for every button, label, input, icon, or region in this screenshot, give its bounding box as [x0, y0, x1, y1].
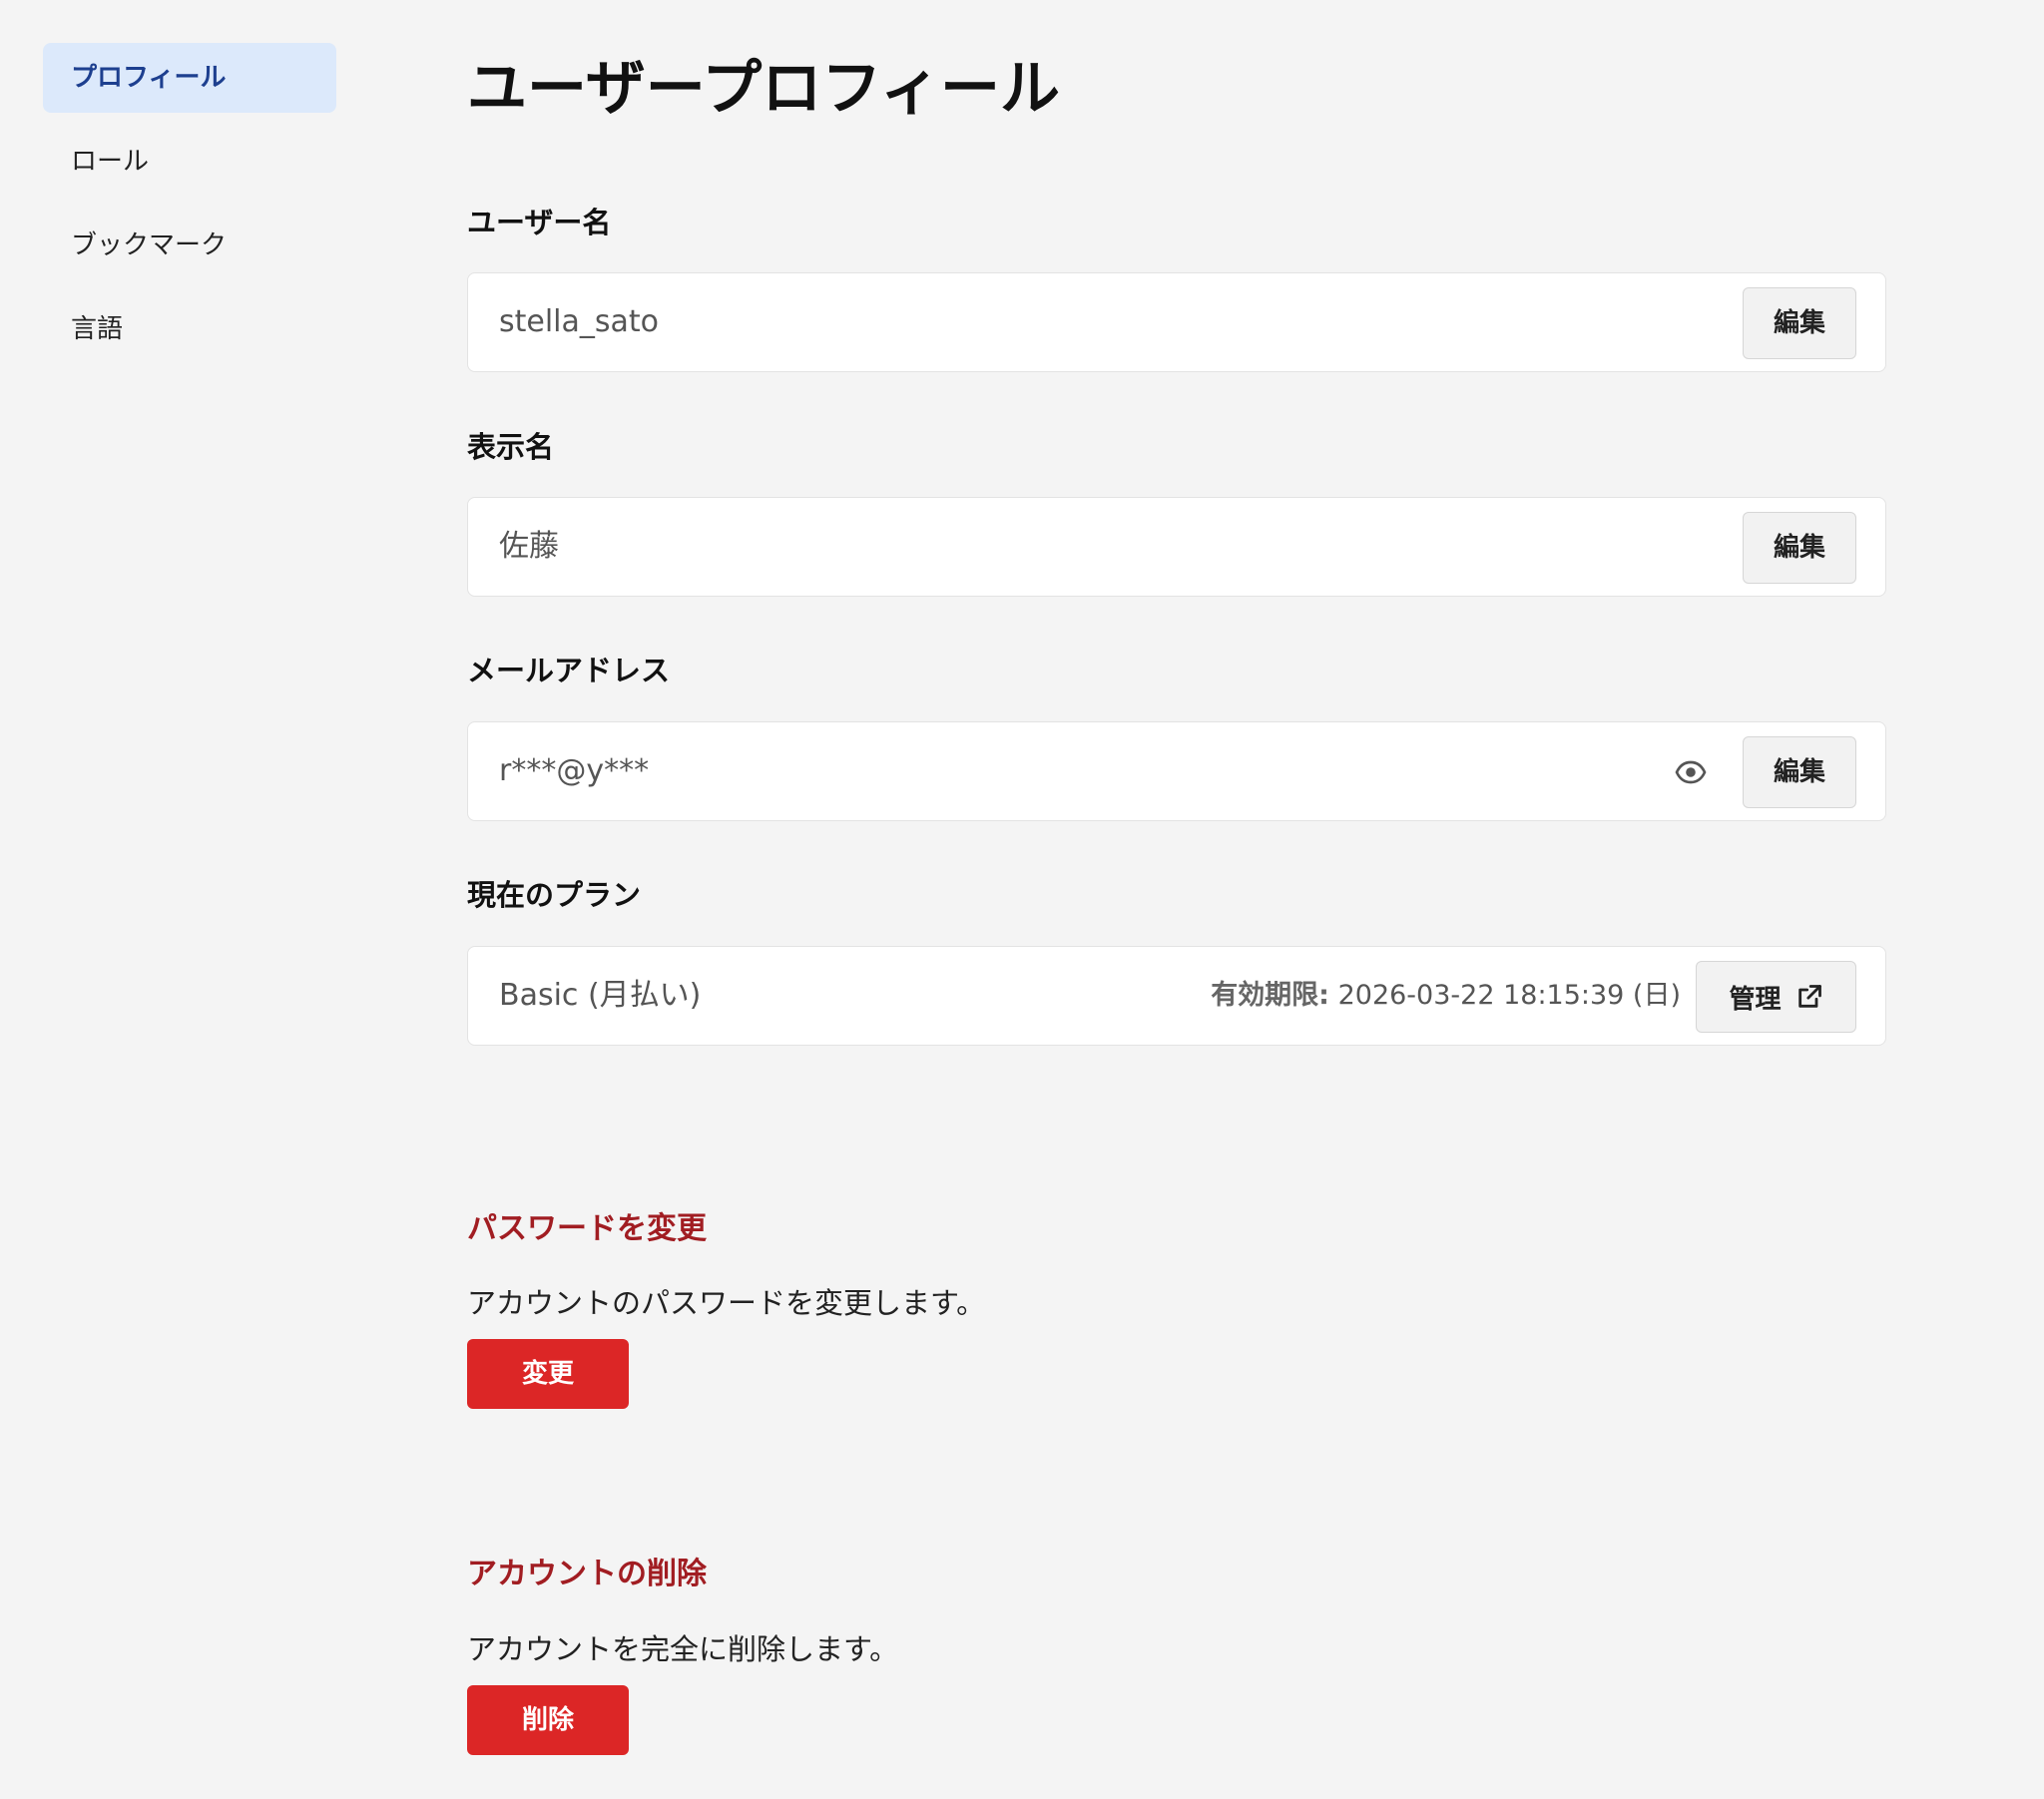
- plan-expiry: 有効期限: 2026-03-22 18:15:39 (日): [1211, 947, 1681, 1045]
- plan-value: Basic (月払い): [499, 978, 702, 1013]
- email-label: メールアドレス: [467, 654, 671, 687]
- sidebar: プロフィール ロール ブックマーク 言語: [43, 43, 336, 378]
- plan-field: Basic (月払い) 有効期限: 2026-03-22 18:15:39 (日…: [467, 946, 1886, 1046]
- sidebar-item-language[interactable]: 言語: [43, 294, 336, 364]
- delete-account-button[interactable]: 削除: [467, 1685, 629, 1755]
- username-value: stella_sato: [499, 304, 660, 339]
- sidebar-item-bookmarks[interactable]: ブックマーク: [43, 211, 336, 280]
- edit-display-name-button[interactable]: 編集: [1743, 512, 1856, 584]
- password-section-title: パスワードを変更: [467, 1211, 707, 1246]
- password-description: アカウントのパスワードを変更します。: [467, 1286, 986, 1320]
- expiry-label: 有効期限:: [1211, 980, 1329, 1011]
- display-name-value: 佐藤: [499, 529, 559, 564]
- change-password-button[interactable]: 変更: [467, 1339, 629, 1409]
- display-name-field: 佐藤 編集: [467, 497, 1886, 597]
- expiry-value: 2026-03-22 18:15:39 (日): [1337, 980, 1681, 1011]
- edit-email-button[interactable]: 編集: [1743, 736, 1856, 808]
- delete-account-description: アカウントを完全に削除します。: [467, 1632, 899, 1666]
- page-title: ユーザープロフィール: [467, 54, 1060, 124]
- sidebar-item-profile[interactable]: プロフィール: [43, 43, 336, 113]
- username-label: ユーザー名: [467, 206, 612, 239]
- manage-label: 管理: [1729, 984, 1782, 1015]
- email-field: r***@y*** 編集: [467, 721, 1886, 821]
- email-value: r***@y***: [499, 753, 650, 788]
- display-name-label: 表示名: [467, 430, 555, 464]
- manage-plan-button[interactable]: 管理: [1696, 961, 1856, 1033]
- username-field: stella_sato 編集: [467, 272, 1886, 372]
- sidebar-item-roles[interactable]: ロール: [43, 127, 336, 197]
- edit-username-button[interactable]: 編集: [1743, 287, 1856, 359]
- external-link-icon: [1797, 985, 1821, 1008]
- delete-account-section-title: アカウントの削除: [467, 1557, 707, 1591]
- plan-label: 現在のプラン: [467, 878, 642, 912]
- eye-icon[interactable]: [1674, 756, 1708, 788]
